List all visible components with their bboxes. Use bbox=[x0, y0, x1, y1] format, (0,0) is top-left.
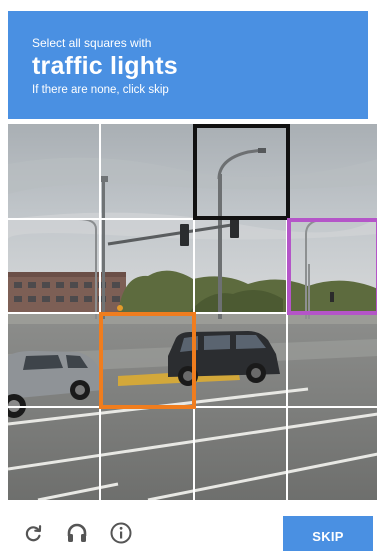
grid-tile-r3-c2[interactable] bbox=[100, 313, 194, 407]
target-object-label: traffic lights bbox=[32, 52, 178, 80]
grid-tile-r4-c1[interactable] bbox=[8, 407, 100, 500]
skip-hint-text: If there are none, click skip bbox=[32, 84, 169, 96]
grid-tile-r4-c3[interactable] bbox=[194, 407, 287, 500]
audio-challenge-button[interactable] bbox=[64, 520, 90, 546]
grid-tile-r4-c4[interactable] bbox=[287, 407, 377, 500]
grid-tile-r3-c4[interactable] bbox=[287, 313, 377, 407]
info-button[interactable] bbox=[108, 520, 134, 546]
grid-tile-r1-c2[interactable] bbox=[100, 124, 194, 219]
grid-tile-r2-c2[interactable] bbox=[100, 219, 194, 313]
grid-tile-r2-c1[interactable] bbox=[8, 219, 100, 313]
grid-tile-r2-c4[interactable] bbox=[287, 219, 377, 313]
info-icon bbox=[110, 522, 132, 544]
reload-button[interactable] bbox=[20, 520, 46, 546]
headphones-icon bbox=[67, 523, 87, 542]
image-grid bbox=[8, 124, 377, 500]
captcha-footer: SKIP bbox=[8, 506, 377, 551]
skip-button[interactable]: SKIP bbox=[283, 516, 373, 551]
grid-tile-r3-c1[interactable] bbox=[8, 313, 100, 407]
grid-tile-r4-c2[interactable] bbox=[100, 407, 194, 500]
grid-tile-r2-c3[interactable] bbox=[194, 219, 287, 313]
instruction-text: Select all squares with bbox=[32, 36, 152, 50]
reload-icon bbox=[25, 525, 42, 542]
grid-tile-r1-c3[interactable] bbox=[194, 124, 287, 219]
grid-tile-r1-c4[interactable] bbox=[287, 124, 377, 219]
grid-tile-r1-c1[interactable] bbox=[8, 124, 100, 219]
instruction-banner: Select all squares with traffic lights I… bbox=[8, 11, 368, 119]
grid-tile-r3-c3[interactable] bbox=[194, 313, 287, 407]
